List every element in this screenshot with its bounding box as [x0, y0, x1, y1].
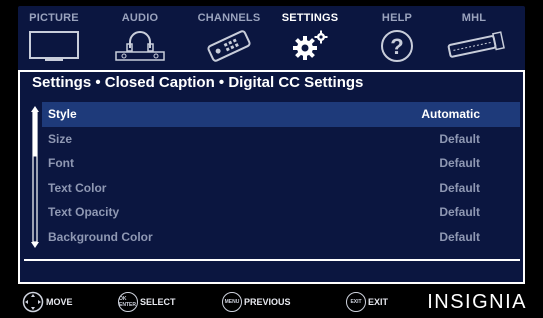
remote-icon: [207, 30, 251, 62]
scrollbar[interactable]: [30, 106, 40, 248]
tv-icon: [29, 31, 79, 61]
hint-move-label: MOVE: [46, 297, 73, 307]
gear-icon: [293, 30, 328, 60]
setting-label: Text Color: [48, 180, 107, 195]
help-icon: ?: [381, 30, 413, 62]
scroll-up-arrow-icon: [31, 106, 39, 112]
tab-settings-label: SETTINGS: [281, 12, 339, 24]
mhl-cable-icon: [447, 31, 505, 58]
settings-list: Style Automatic Size Default Font Defaul…: [42, 102, 520, 250]
setting-value: Default: [439, 205, 480, 220]
setting-value: Default: [439, 131, 480, 146]
divider: [24, 259, 520, 261]
scroll-down-arrow-icon: [31, 242, 39, 248]
setting-row-font[interactable]: Font Default: [42, 151, 520, 176]
setting-value: Default: [439, 180, 480, 195]
breadcrumb: Settings • Closed Caption • Digital CC S…: [20, 72, 523, 94]
hint-exit-label: EXIT: [368, 297, 389, 307]
tab-help[interactable]: HELP ?: [366, 6, 428, 70]
button-hints-bar: MOVE OK ENTER SELECT MENU PREVIOUS EXIT …: [0, 286, 543, 318]
setting-label: Size: [48, 131, 73, 146]
panel-border: [18, 282, 525, 284]
setting-label: Text Opacity: [48, 205, 120, 220]
tab-channels[interactable]: CHANNELS: [192, 6, 266, 70]
setting-label: Style: [48, 107, 77, 121]
headphones-icon: [115, 31, 165, 61]
setting-value: Default: [439, 156, 480, 171]
panel-border: [523, 70, 525, 284]
setting-row-size[interactable]: Size Default: [42, 127, 520, 152]
svg-text:?: ?: [390, 34, 403, 59]
tab-channels-label: CHANNELS: [197, 12, 261, 24]
menu-icon: MENU: [222, 292, 242, 312]
tab-picture-label: PICTURE: [29, 12, 79, 24]
menu-tabs: PICTURE AUDIO CHANNELS SETTINGS HELP ? M…: [18, 6, 525, 70]
setting-row-style[interactable]: Style Automatic: [42, 102, 520, 127]
hint-exit: EXIT EXIT: [346, 289, 388, 315]
hint-select: OK ENTER SELECT: [118, 289, 176, 315]
scroll-thumb: [33, 112, 37, 157]
settings-panel: Style Automatic Size Default Font Defaul…: [20, 94, 523, 282]
tab-audio[interactable]: AUDIO: [106, 6, 174, 70]
dpad-icon: [22, 291, 44, 313]
hint-move: MOVE: [22, 289, 73, 315]
hint-select-label: SELECT: [140, 297, 176, 307]
tab-picture[interactable]: PICTURE: [20, 6, 88, 70]
tab-audio-label: AUDIO: [121, 12, 159, 24]
tab-mhl-label: MHL: [461, 12, 487, 24]
exit-icon: EXIT: [346, 292, 366, 312]
brand-logo: INSIGNIA: [427, 291, 527, 313]
breadcrumb-bar: Settings • Closed Caption • Digital CC S…: [18, 70, 525, 94]
setting-row-text-opacity[interactable]: Text Opacity Default: [42, 200, 520, 225]
setting-value: Default: [439, 229, 480, 244]
setting-row-background-color[interactable]: Background Color Default: [42, 225, 520, 250]
hint-previous: MENU PREVIOUS: [222, 289, 291, 315]
setting-row-text-color[interactable]: Text Color Default: [42, 176, 520, 201]
setting-value: Automatic: [421, 107, 480, 121]
tv-menu-screen: PICTURE AUDIO CHANNELS SETTINGS HELP ? M…: [18, 6, 525, 284]
hint-previous-label: PREVIOUS: [244, 297, 291, 307]
ok-enter-icon: OK ENTER: [118, 292, 138, 312]
setting-label: Background Color: [48, 229, 153, 244]
setting-label: Font: [48, 156, 74, 171]
tab-help-label: HELP: [381, 12, 413, 24]
tab-mhl[interactable]: MHL: [434, 6, 514, 70]
tab-settings[interactable]: SETTINGS: [274, 6, 346, 70]
